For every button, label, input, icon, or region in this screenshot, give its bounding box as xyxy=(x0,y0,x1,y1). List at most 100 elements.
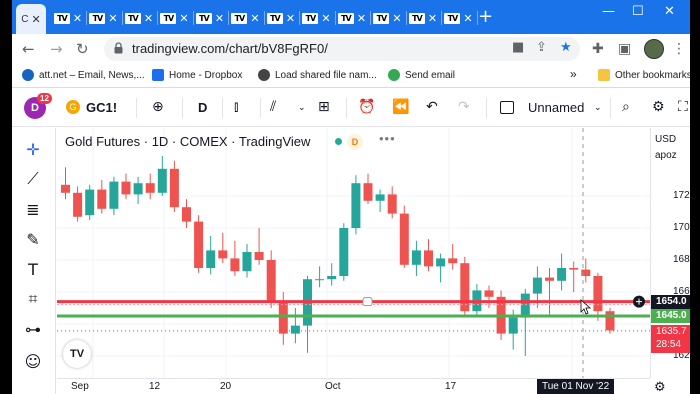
tradingview-logo[interactable]: TV xyxy=(63,340,91,368)
emoji-icon[interactable]: ☺ xyxy=(22,350,44,372)
close-icon[interactable]: ✕ xyxy=(321,12,330,25)
gear-icon[interactable]: ⚙ xyxy=(652,99,665,115)
crosshair-time-label: Tue 01 Nov '22 xyxy=(537,379,615,394)
reload-icon[interactable]: ↻ xyxy=(76,40,89,58)
scale-mode-label[interactable]: apoz xyxy=(655,150,677,161)
browser-tab[interactable]: TV ✕ xyxy=(194,6,226,30)
candle-body xyxy=(557,268,567,281)
browser-tab[interactable]: TV ✕ xyxy=(88,6,120,30)
browser-tab[interactable]: TV ✕ xyxy=(443,6,475,30)
browser-tab[interactable]: TV ✕ xyxy=(407,6,439,30)
browser-tab[interactable]: TV ✕ xyxy=(159,6,191,30)
replay-icon[interactable]: ⏪ xyxy=(392,99,409,115)
currency-label[interactable]: USD xyxy=(655,134,676,145)
browser-tab[interactable]: TV ✕ xyxy=(123,6,155,30)
bookmark-star-icon[interactable]: ★ xyxy=(560,40,572,55)
close-icon[interactable]: ✕ xyxy=(428,12,437,25)
trendline-icon[interactable]: ⟋ xyxy=(22,168,44,190)
window-close-icon[interactable]: ✕ xyxy=(664,4,675,19)
browser-tab[interactable]: TV ✕ xyxy=(265,6,297,30)
tradingview-favicon-icon: TV xyxy=(124,12,141,24)
camera-icon[interactable]: ■ xyxy=(512,40,524,55)
candles-icon[interactable]: ⫾ xyxy=(234,99,238,115)
text-icon[interactable]: T xyxy=(22,258,44,280)
pattern-icon[interactable]: ⌗ xyxy=(22,288,44,310)
back-icon[interactable]: ← xyxy=(22,40,35,58)
menu-icon[interactable]: ⋮ xyxy=(672,41,686,57)
close-icon[interactable]: ✕ xyxy=(32,13,41,26)
candle-body xyxy=(290,325,300,334)
close-icon[interactable]: ✕ xyxy=(179,12,188,25)
templates-grid-icon[interactable]: ⊞ xyxy=(318,99,330,115)
fullscreen-icon[interactable]: ⛶ xyxy=(678,99,688,115)
close-icon[interactable]: ✕ xyxy=(357,12,366,25)
close-icon[interactable]: ✕ xyxy=(250,12,259,25)
tab-active[interactable]: C ✕ xyxy=(16,4,46,34)
fib-icon[interactable]: ≣ xyxy=(22,198,44,220)
candle-body xyxy=(545,277,554,281)
tradingview-favicon-icon: TV xyxy=(444,12,461,24)
bookmarks-overflow[interactable]: » xyxy=(570,67,577,81)
candle-body xyxy=(194,221,204,268)
candle-body xyxy=(206,250,216,268)
layout-name[interactable]: Unnamed xyxy=(528,100,584,115)
brush-icon[interactable]: ✎ xyxy=(22,228,44,250)
maximize-icon[interactable]: ☐ xyxy=(632,4,644,19)
close-icon[interactable]: ✕ xyxy=(463,12,472,25)
bookmark-item[interactable]: Send email xyxy=(388,69,455,81)
undo-icon[interactable]: ↶ xyxy=(426,99,438,115)
symbol-search[interactable]: GC1! xyxy=(86,100,117,115)
new-tab-button[interactable]: + xyxy=(478,6,493,27)
bookmark-item[interactable]: Home - Dropbox xyxy=(152,69,242,81)
close-icon[interactable]: ✕ xyxy=(215,12,224,25)
tab-active-title: C xyxy=(21,13,29,25)
chevron-down-icon[interactable]: ⌄ xyxy=(298,103,306,113)
globe-icon xyxy=(258,69,270,81)
candle-body xyxy=(315,279,325,281)
browser-tab[interactable]: TV ✕ xyxy=(230,6,262,30)
notification-badge: 12 xyxy=(37,93,52,104)
extensions-icon[interactable]: ✚ xyxy=(592,41,604,57)
compare-plus-icon[interactable]: ⊕ xyxy=(152,99,164,115)
close-icon[interactable]: ✕ xyxy=(73,12,82,25)
indicators-icon[interactable]: ⫽ xyxy=(270,99,276,115)
alert-clock-icon[interactable]: ⏰ xyxy=(358,99,375,115)
more-icon[interactable]: ••• xyxy=(379,131,396,146)
other-bookmarks[interactable]: Other bookmarks xyxy=(598,69,690,81)
candle-body xyxy=(182,207,191,222)
profile-avatar[interactable] xyxy=(644,39,664,59)
side-panel-icon[interactable]: ▣ xyxy=(618,41,631,57)
close-icon[interactable]: ✕ xyxy=(108,12,117,25)
bookmark-item[interactable]: Load shared file nam... xyxy=(258,69,377,81)
browser-tab[interactable]: TV ✕ xyxy=(372,6,404,30)
bookmark-label: Send email xyxy=(405,69,456,81)
close-icon[interactable]: ✕ xyxy=(144,12,153,25)
chevron-down-icon[interactable]: ⌄ xyxy=(594,103,602,113)
close-icon[interactable]: ✕ xyxy=(286,12,295,25)
layout-icon[interactable] xyxy=(500,101,514,114)
crosshair-icon[interactable]: ✛ xyxy=(22,138,44,160)
redo-icon[interactable]: ↷ xyxy=(458,99,470,115)
address-bar[interactable]: tradingview.com/chart/bV8FgRF0/ ■ ⇪ ★ xyxy=(104,37,580,61)
tradingview-favicon-icon: TV xyxy=(231,12,248,24)
candle-body xyxy=(85,189,95,216)
interval-button[interactable]: D xyxy=(198,100,207,115)
measure-icon[interactable]: ⊶ xyxy=(22,318,44,340)
minimize-icon[interactable]: — xyxy=(602,4,615,19)
bookmark-item[interactable]: att.net – Email, News,... xyxy=(22,69,145,81)
browser-tab[interactable]: TV ✕ xyxy=(52,6,84,30)
time-axis[interactable]: Sep 12 20 Oct 17 Tue 01 Nov '22 xyxy=(57,378,650,394)
candlestick-chart[interactable] xyxy=(57,128,650,378)
share-icon[interactable]: ⇪ xyxy=(536,40,547,55)
browser-tab[interactable]: TV ✕ xyxy=(301,6,333,30)
browser-tab[interactable]: TV ✕ xyxy=(336,6,368,30)
close-icon[interactable]: ✕ xyxy=(392,12,401,25)
search-icon[interactable]: ⌕ xyxy=(622,99,630,115)
att-icon xyxy=(22,69,34,81)
candle-body xyxy=(351,183,361,228)
gold-symbol-icon: G xyxy=(66,100,80,114)
chart-settings-gear-icon[interactable]: ⚙ xyxy=(654,380,666,394)
chart-pane[interactable]: Gold Futures · 1D · COMEX · TradingView … xyxy=(57,128,650,378)
forward-icon[interactable]: → xyxy=(50,40,63,58)
price-scale[interactable]: USD apoz 1720.01700.01680.01660.01620.0 … xyxy=(650,128,690,378)
